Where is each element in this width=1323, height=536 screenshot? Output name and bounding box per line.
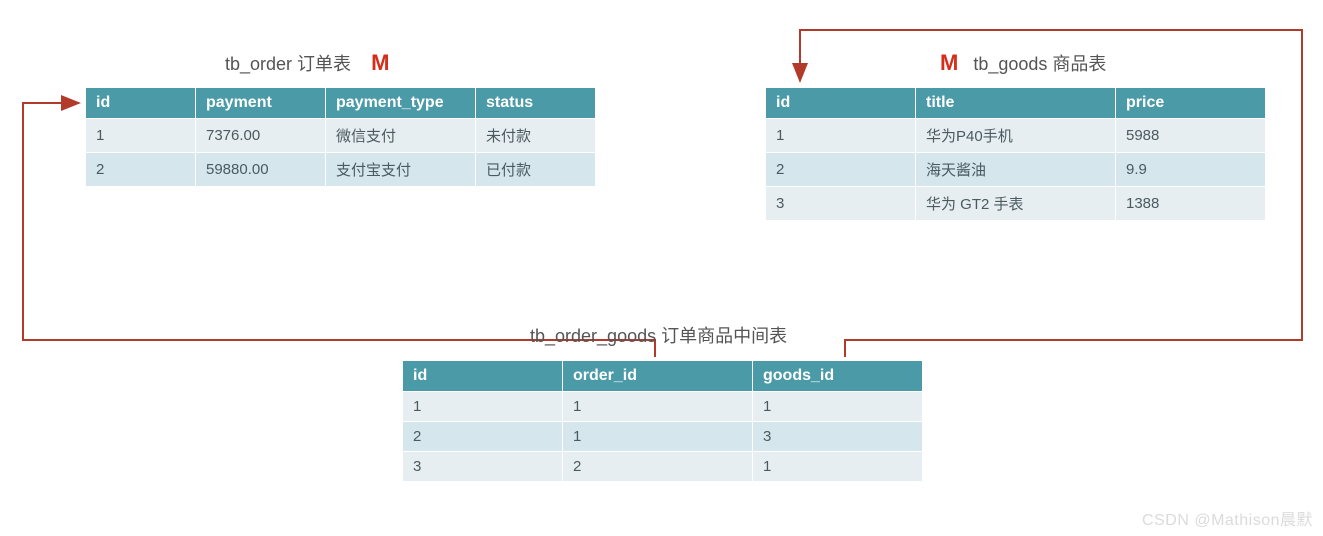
- cell: 3: [403, 452, 563, 482]
- cell: 59880.00: [196, 153, 326, 187]
- table-row: 1 华为P40手机 5988: [766, 119, 1266, 153]
- cell: 已付款: [476, 153, 596, 187]
- table-row: 1 7376.00 微信支付 未付款: [86, 119, 596, 153]
- order-col-id: id: [86, 88, 196, 119]
- table-row: 2 59880.00 支付宝支付 已付款: [86, 153, 596, 187]
- join-table-body: 1 1 1 2 1 3 3 2 1: [403, 392, 923, 482]
- goods-table-title: M tb_goods 商品表: [940, 50, 1106, 76]
- cell: 2: [766, 153, 916, 187]
- join-table-title: tb_order_goods 订单商品中间表: [530, 322, 787, 348]
- cell: 海天酱油: [916, 153, 1116, 187]
- cell: 华为 GT2 手表: [916, 187, 1116, 221]
- order-table-head: id payment payment_type status: [86, 88, 596, 119]
- join-table-title-text: tb_order_goods 订单商品中间表: [530, 326, 787, 346]
- table-row: 1 1 1: [403, 392, 923, 422]
- cell: 华为P40手机: [916, 119, 1116, 153]
- cell: 支付宝支付: [326, 153, 476, 187]
- cell: 7376.00: [196, 119, 326, 153]
- cell: 1: [403, 392, 563, 422]
- goods-col-title: title: [916, 88, 1116, 119]
- goods-col-id: id: [766, 88, 916, 119]
- watermark: CSDN @Mathison晨默: [1142, 506, 1313, 530]
- table-row: 3 2 1: [403, 452, 923, 482]
- order-table: id payment payment_type status 1 7376.00…: [85, 87, 596, 187]
- cell: 2: [563, 452, 753, 482]
- cell: 1388: [1116, 187, 1266, 221]
- join-table-head: id order_id goods_id: [403, 361, 923, 392]
- goods-table-head: id title price: [766, 88, 1266, 119]
- cell: 9.9: [1116, 153, 1266, 187]
- cell: 1: [86, 119, 196, 153]
- cell: 5988: [1116, 119, 1266, 153]
- order-table-title-text: tb_order 订单表: [225, 54, 351, 74]
- cell: 2: [403, 422, 563, 452]
- goods-table-title-text: tb_goods 商品表: [973, 54, 1106, 74]
- cell: 微信支付: [326, 119, 476, 153]
- cell: 1: [563, 422, 753, 452]
- join-table: id order_id goods_id 1 1 1 2 1 3 3 2 1: [402, 360, 923, 482]
- cell: 2: [86, 153, 196, 187]
- cell: 3: [753, 422, 923, 452]
- order-table-body: 1 7376.00 微信支付 未付款 2 59880.00 支付宝支付 已付款: [86, 119, 596, 187]
- goods-cardinality-marker: M: [940, 50, 958, 75]
- cell: 1: [753, 452, 923, 482]
- join-col-order-id: order_id: [563, 361, 753, 392]
- table-row: 2 海天酱油 9.9: [766, 153, 1266, 187]
- goods-table-body: 1 华为P40手机 5988 2 海天酱油 9.9 3 华为 GT2 手表 13…: [766, 119, 1266, 221]
- order-col-payment: payment: [196, 88, 326, 119]
- goods-table: id title price 1 华为P40手机 5988 2 海天酱油 9.9…: [765, 87, 1266, 221]
- goods-col-price: price: [1116, 88, 1266, 119]
- cell: 1: [766, 119, 916, 153]
- order-col-payment-type: payment_type: [326, 88, 476, 119]
- join-col-id: id: [403, 361, 563, 392]
- join-col-goods-id: goods_id: [753, 361, 923, 392]
- order-table-title: tb_order 订单表 M: [225, 50, 389, 76]
- order-col-status: status: [476, 88, 596, 119]
- cell: 1: [753, 392, 923, 422]
- cell: 3: [766, 187, 916, 221]
- order-cardinality-marker: M: [371, 50, 389, 75]
- table-row: 3 华为 GT2 手表 1388: [766, 187, 1266, 221]
- cell: 1: [563, 392, 753, 422]
- table-row: 2 1 3: [403, 422, 923, 452]
- cell: 未付款: [476, 119, 596, 153]
